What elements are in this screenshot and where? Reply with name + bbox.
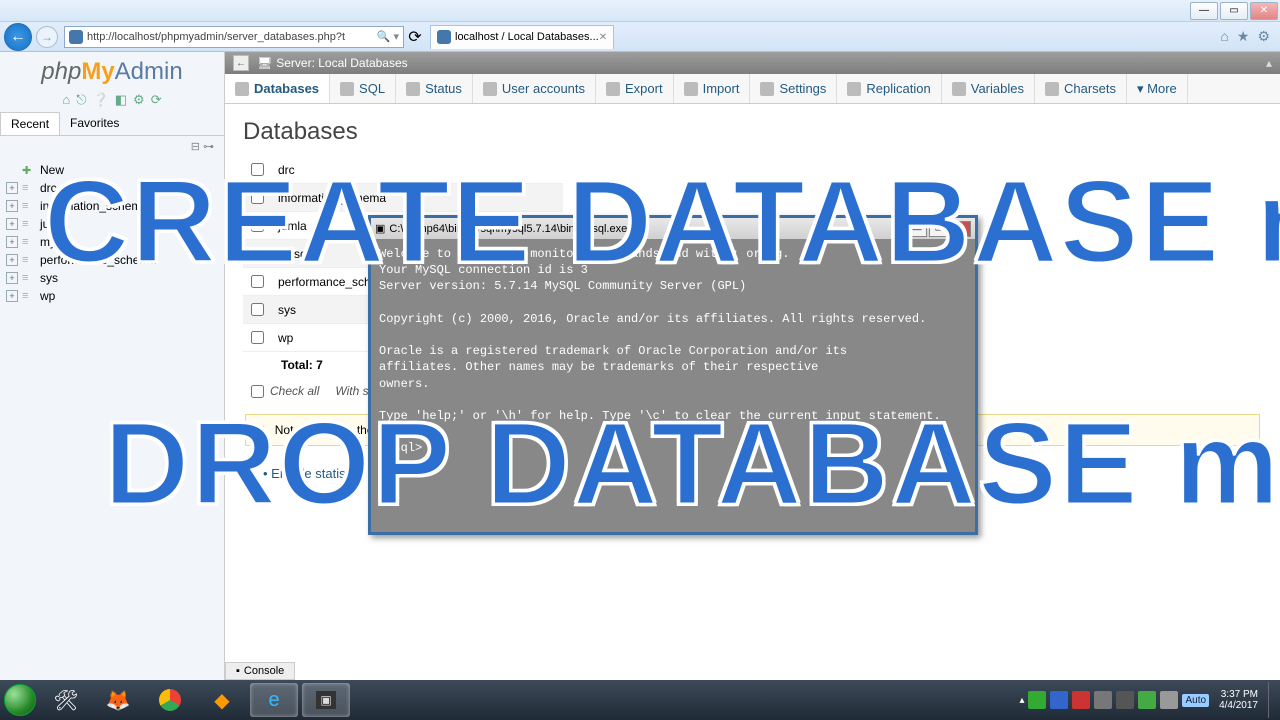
- database-icon: ≡: [22, 272, 36, 284]
- menu-icon: [684, 82, 698, 96]
- browser-tab[interactable]: localhost / Local Databases... ✕: [430, 25, 614, 49]
- taskbar-app-ie[interactable]: e: [250, 683, 298, 717]
- minimize-button[interactable]: —: [1190, 2, 1218, 20]
- console-tab[interactable]: ▪ Console: [225, 662, 295, 680]
- taskbar-app-cmd[interactable]: ▣: [302, 683, 350, 717]
- database-icon: ≡: [22, 182, 36, 194]
- tray-network-icon[interactable]: [1138, 691, 1156, 709]
- tray-icon[interactable]: [1072, 691, 1090, 709]
- topmenu-export[interactable]: Export: [596, 74, 674, 103]
- gear-icon[interactable]: ⚙: [1257, 28, 1270, 45]
- tab-favicon: [437, 30, 451, 44]
- home-icon[interactable]: ⌂: [62, 92, 70, 108]
- topmenu-status[interactable]: Status: [396, 74, 473, 103]
- home-icon[interactable]: ⌂: [1220, 28, 1228, 45]
- database-icon: ≡: [22, 254, 36, 266]
- collapse-all-icon[interactable]: ⊟: [191, 141, 200, 153]
- overlay-text-create: CREATE DATABASE mydb;: [44, 154, 1280, 290]
- topmenu-settings[interactable]: Settings: [750, 74, 837, 103]
- topmenu-more[interactable]: ▾ More: [1127, 74, 1188, 103]
- expand-icon[interactable]: +: [6, 200, 18, 212]
- topmenu-charsets[interactable]: Charsets: [1035, 74, 1127, 103]
- tray-icon[interactable]: [1094, 691, 1112, 709]
- settings-icon[interactable]: ⚙: [133, 92, 145, 108]
- topmenu-sql[interactable]: SQL: [330, 74, 396, 103]
- taskbar-app-firefox[interactable]: 🦊: [94, 683, 142, 717]
- refresh-button[interactable]: ⟳: [404, 27, 426, 47]
- back-button[interactable]: ←: [4, 23, 32, 51]
- expand-icon[interactable]: +: [6, 218, 18, 230]
- start-button[interactable]: [0, 680, 40, 720]
- reload-icon[interactable]: ⟳: [151, 92, 162, 108]
- overlay-text-drop: DROP DATABASE mydb;: [104, 396, 1280, 532]
- tray-icon[interactable]: [1050, 691, 1068, 709]
- taskbar-clock[interactable]: 3:37 PM 4/4/2017: [1213, 689, 1264, 711]
- forward-button[interactable]: →: [36, 26, 58, 48]
- expand-icon[interactable]: +: [6, 272, 18, 284]
- expand-icon[interactable]: +: [6, 182, 18, 194]
- server-icon: 🖥: [257, 56, 272, 70]
- topmenu-variables[interactable]: Variables: [942, 74, 1035, 103]
- console-icon: ▪: [236, 665, 240, 677]
- db-checkbox[interactable]: [251, 303, 264, 316]
- tray-volume-icon[interactable]: [1160, 691, 1178, 709]
- maximize-button[interactable]: ▭: [1220, 2, 1248, 20]
- tray-auto-label: Auto: [1182, 694, 1209, 707]
- phpmyadmin-logo[interactable]: phpMyAdmin: [0, 52, 224, 92]
- tab-title: localhost / Local Databases...: [455, 31, 599, 43]
- search-dropdown-icon[interactable]: 🔍 ▾: [377, 30, 399, 43]
- sql-icon[interactable]: ◧: [115, 92, 127, 108]
- tray-show-hidden-icon[interactable]: ▴: [1019, 695, 1024, 706]
- page-favicon: [69, 30, 83, 44]
- menu-icon: [847, 82, 861, 96]
- favorites-icon[interactable]: ★: [1237, 28, 1250, 45]
- link-icon[interactable]: ⊶: [203, 141, 214, 153]
- menu-icon: [952, 82, 966, 96]
- expand-icon[interactable]: +: [6, 254, 18, 266]
- expand-icon[interactable]: +: [6, 290, 18, 302]
- server-label: Server: Local Databases: [276, 56, 407, 70]
- tray-icon[interactable]: [1116, 691, 1134, 709]
- database-icon: ≡: [22, 200, 36, 212]
- taskbar-app-chrome[interactable]: [146, 683, 194, 717]
- recent-tab[interactable]: Recent: [0, 112, 60, 135]
- collapse-panel-button[interactable]: ←: [233, 55, 249, 71]
- tab-close-icon[interactable]: ✕: [599, 32, 607, 43]
- database-icon: ≡: [22, 218, 36, 230]
- logout-icon[interactable]: ⎋: [76, 92, 86, 108]
- topmenu-replication[interactable]: Replication: [837, 74, 941, 103]
- taskbar-app-devtools[interactable]: 🛠: [42, 683, 90, 717]
- new-db-icon: ✚: [22, 164, 36, 177]
- topmenu-databases[interactable]: Databases: [225, 74, 330, 103]
- url-text: http://localhost/phpmyadmin/server_datab…: [87, 31, 377, 43]
- db-checkbox[interactable]: [251, 331, 264, 344]
- total-count: Total: 7: [281, 358, 323, 372]
- database-icon: ≡: [22, 290, 36, 302]
- menu-icon: [235, 82, 249, 96]
- topmenu-import[interactable]: Import: [674, 74, 751, 103]
- menu-icon: [606, 82, 620, 96]
- menu-icon: [340, 82, 354, 96]
- page-title: Databases: [243, 118, 1262, 146]
- close-button[interactable]: ✕: [1250, 2, 1278, 20]
- menu-icon: [483, 82, 497, 96]
- tray-icon[interactable]: [1028, 691, 1046, 709]
- menu-icon: [760, 82, 774, 96]
- menu-icon: [1045, 82, 1059, 96]
- docs-icon[interactable]: ❔: [93, 92, 109, 108]
- panel-minimize-icon[interactable]: ▴: [1266, 56, 1272, 70]
- database-icon: ≡: [22, 236, 36, 248]
- expand-icon[interactable]: +: [6, 236, 18, 248]
- topmenu-user-accounts[interactable]: User accounts: [473, 74, 596, 103]
- favorites-tab[interactable]: Favorites: [60, 112, 129, 135]
- menu-icon: [406, 82, 420, 96]
- address-bar[interactable]: http://localhost/phpmyadmin/server_datab…: [64, 26, 404, 48]
- show-desktop-button[interactable]: [1268, 682, 1276, 718]
- taskbar-app-sublime[interactable]: ◆: [198, 683, 246, 717]
